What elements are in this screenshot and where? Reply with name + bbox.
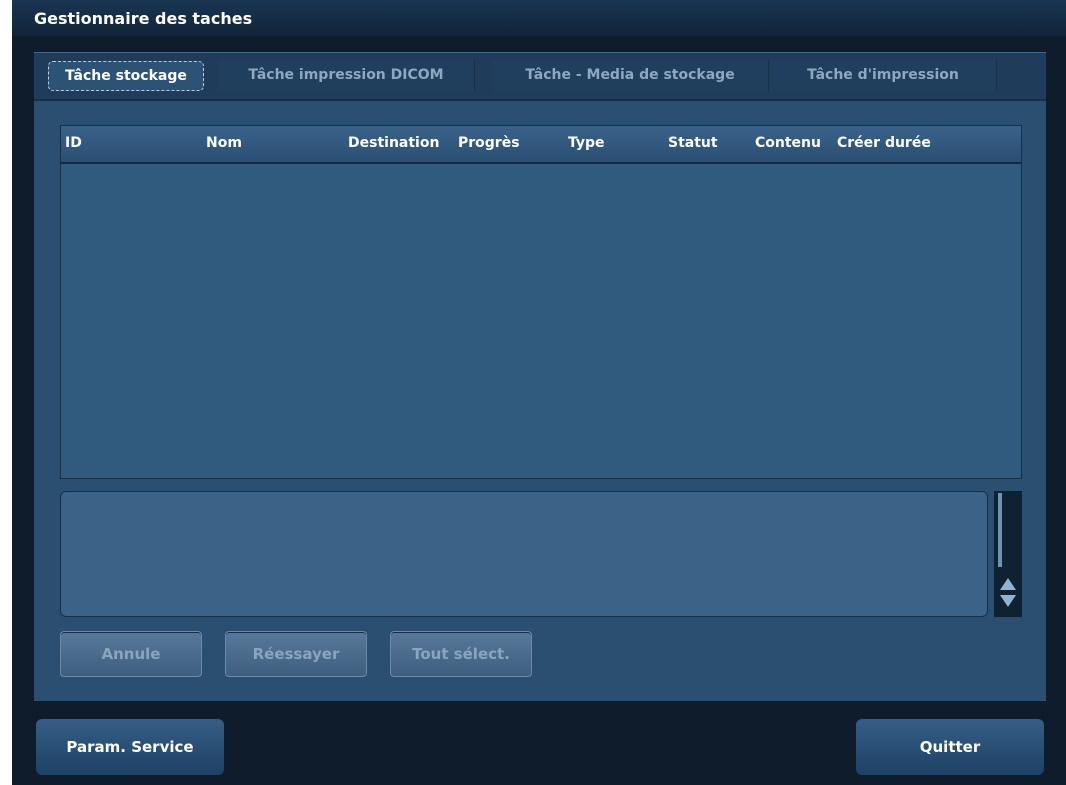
column-name[interactable]: Nom [206, 135, 242, 151]
tab-bar: Tâche stockage Tâche impression DICOM Tâ… [34, 53, 1046, 101]
tab-storage-task[interactable]: Tâche stockage [48, 61, 204, 91]
table-header: ID Nom Destination Progrès Type Statut C… [61, 126, 1021, 164]
column-progress[interactable]: Progrès [458, 135, 520, 151]
cancel-button[interactable]: Annule [60, 631, 202, 677]
quit-button[interactable]: Quitter [856, 719, 1044, 775]
details-scrollbar[interactable] [994, 491, 1022, 617]
tab-dicom-print-task[interactable]: Tâche impression DICOM [218, 59, 475, 91]
column-id[interactable]: ID [65, 135, 82, 151]
column-destination[interactable]: Destination [348, 135, 439, 151]
task-details-box [60, 491, 988, 617]
tab-storage-media-task[interactable]: Tâche - Media de stockage [492, 59, 769, 91]
column-content[interactable]: Contenu [755, 135, 821, 151]
tab-print-task[interactable]: Tâche d'impression [770, 59, 997, 91]
column-status[interactable]: Statut [668, 135, 718, 151]
task-manager-window: Gestionnaire des taches Tâche stockage T… [12, 0, 1066, 785]
table-body[interactable] [61, 164, 1021, 478]
column-created-duration[interactable]: Créer durée [837, 135, 931, 151]
scrollbar-track [998, 493, 1002, 567]
window-title: Gestionnaire des taches [34, 9, 253, 28]
task-table: ID Nom Destination Progrès Type Statut C… [60, 125, 1022, 479]
title-bar: Gestionnaire des taches [12, 0, 1066, 36]
service-settings-button[interactable]: Param. Service [36, 719, 224, 775]
select-all-button[interactable]: Tout sélect. [390, 631, 532, 677]
retry-button[interactable]: Réessayer [225, 631, 367, 677]
column-type[interactable]: Type [568, 135, 605, 151]
scroll-down-icon[interactable] [1000, 595, 1016, 607]
task-manager-panel: Tâche stockage Tâche impression DICOM Tâ… [34, 52, 1046, 701]
scroll-up-icon[interactable] [1000, 578, 1016, 590]
